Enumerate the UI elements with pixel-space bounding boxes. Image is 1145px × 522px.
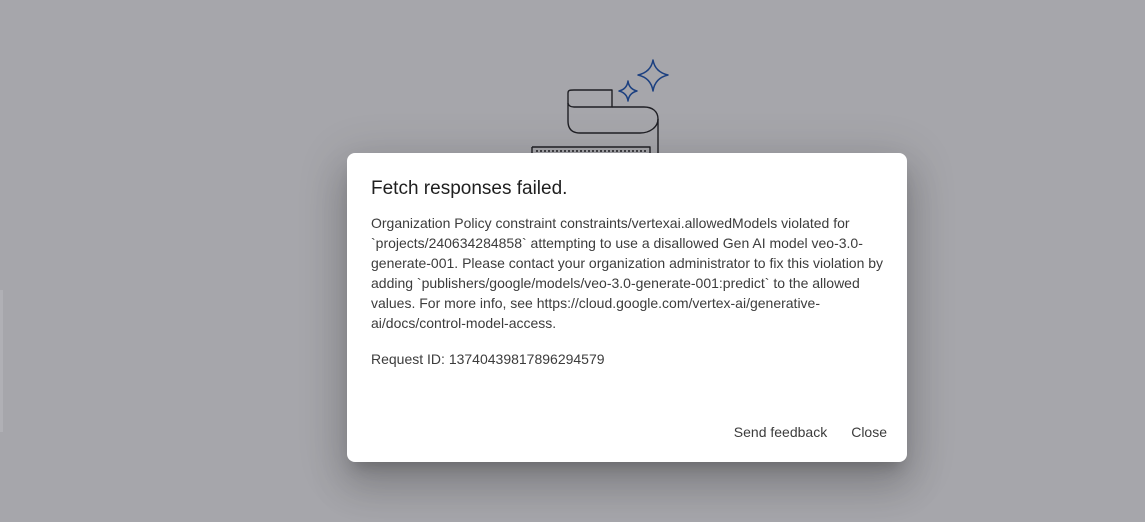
dialog-actions: Send feedback Close	[726, 414, 895, 450]
dialog-message: Organization Policy constraint constrain…	[371, 215, 884, 331]
send-feedback-button[interactable]: Send feedback	[726, 414, 835, 450]
close-button[interactable]: Close	[843, 414, 895, 450]
dialog-title: Fetch responses failed.	[371, 178, 568, 199]
page: Fetch responses failed. Organization Pol…	[0, 0, 1145, 522]
scrim-edge	[0, 290, 3, 432]
request-id: Request ID: 13740439817896294579	[371, 351, 605, 367]
error-dialog: Fetch responses failed. Organization Pol…	[347, 153, 907, 462]
